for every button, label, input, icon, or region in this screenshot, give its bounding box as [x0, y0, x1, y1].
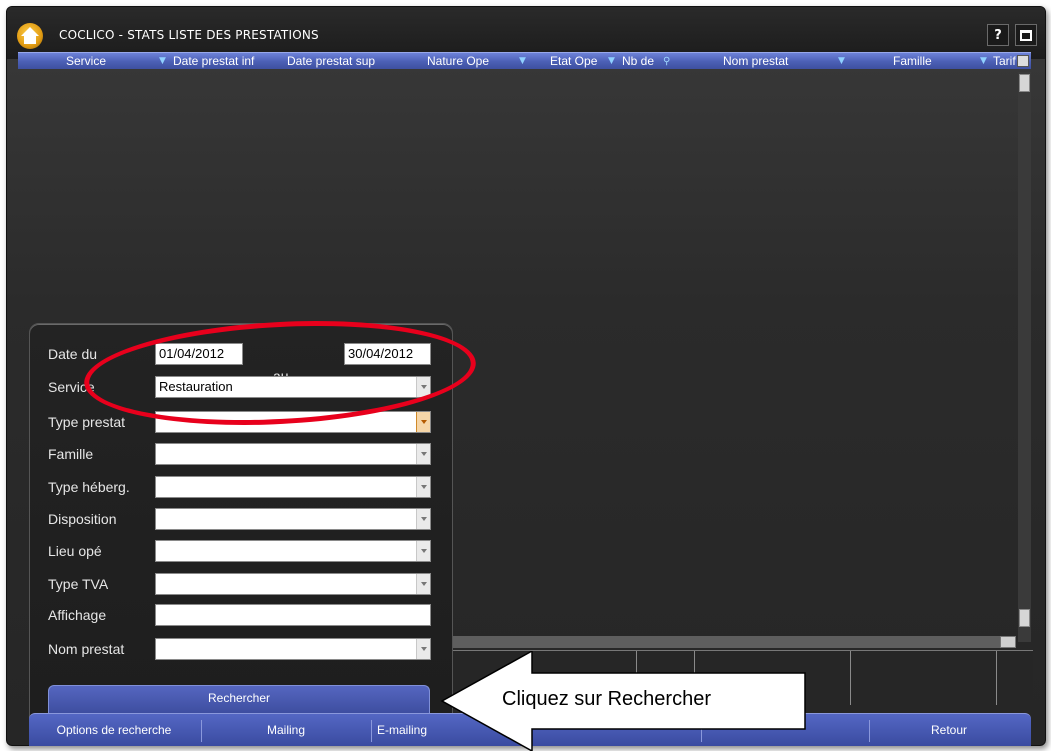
callout-arrow: Cliquez sur Rechercher: [440, 651, 810, 751]
horizontal-scrollbar[interactable]: [448, 636, 1008, 648]
type-prestat-label: Type prestat: [48, 414, 126, 430]
column-tarif[interactable]: Tarif: [993, 53, 1019, 70]
house-app-icon: [17, 23, 43, 49]
affichage-field[interactable]: [155, 604, 431, 626]
column-famille[interactable]: Famille: [893, 53, 932, 70]
options-de-recherche-button[interactable]: Options de recherche: [29, 714, 199, 747]
window-title: COCLICO - STATS LISTE DES PRESTATIONS: [59, 28, 319, 42]
callout-text: Cliquez sur Rechercher: [502, 688, 711, 710]
affichage-label: Affichage: [48, 607, 107, 623]
column-date-prestat-sup[interactable]: Date prestat sup: [287, 53, 375, 70]
disposition-label: Disposition: [48, 511, 117, 527]
famille-select[interactable]: [155, 443, 431, 465]
chevron-down-icon[interactable]: [416, 477, 430, 497]
funnel-filter-icon[interactable]: ▼: [980, 53, 987, 70]
funnel-filter-icon[interactable]: ▼: [838, 53, 845, 70]
chevron-down-icon[interactable]: [416, 639, 430, 659]
type-heberg-select[interactable]: [155, 476, 431, 498]
type-heberg-label: Type héberg.: [48, 479, 130, 495]
column-nature-ope[interactable]: Nature Ope: [427, 53, 489, 70]
chevron-down-icon[interactable]: [416, 541, 430, 561]
rechercher-button[interactable]: Rechercher: [48, 685, 430, 713]
type-tva-select[interactable]: [155, 573, 431, 595]
column-settings-icon[interactable]: [1017, 55, 1029, 67]
vertical-scrollbar[interactable]: [1018, 72, 1031, 642]
chevron-down-icon[interactable]: [416, 444, 430, 464]
grid-cell: [996, 651, 997, 705]
famille-label: Famille: [48, 446, 94, 462]
retour-button[interactable]: Retour: [871, 714, 1027, 747]
funnel-filter-icon[interactable]: ▼: [608, 53, 615, 70]
date-du-label: Date du: [48, 346, 98, 362]
funnel-filter-icon[interactable]: ▼: [519, 53, 526, 70]
nom-prestat-label: Nom prestat: [48, 641, 125, 657]
chevron-down-icon[interactable]: [416, 574, 430, 594]
column-nom-prestat[interactable]: Nom prestat: [723, 53, 788, 70]
lieu-ope-select[interactable]: [155, 540, 431, 562]
type-tva-label: Type TVA: [48, 576, 109, 592]
funnel-filter-icon[interactable]: ▼: [159, 53, 166, 70]
grid-cell: [850, 651, 851, 705]
scroll-down-button[interactable]: [1019, 609, 1030, 627]
maximize-icon: [1020, 29, 1032, 41]
nom-prestat-select[interactable]: [155, 638, 431, 660]
disposition-select[interactable]: [155, 508, 431, 530]
maximize-button[interactable]: [1015, 24, 1037, 46]
lieu-ope-label: Lieu opé: [48, 543, 102, 559]
column-service[interactable]: Service: [66, 53, 106, 70]
chevron-down-icon[interactable]: [416, 412, 430, 432]
search-icon[interactable]: ⚲: [663, 53, 670, 70]
grid-column-header: Service ▼ Date prestat inf Date prestat …: [18, 52, 1031, 69]
help-button[interactable]: ?: [987, 24, 1009, 46]
scroll-up-button[interactable]: [1019, 74, 1030, 92]
mailing-button[interactable]: Mailing: [203, 714, 369, 747]
column-date-prestat-inf[interactable]: Date prestat inf: [173, 53, 254, 70]
scroll-right-button[interactable]: [1000, 636, 1016, 648]
column-nb-de[interactable]: Nb de: [622, 53, 654, 70]
chevron-down-icon[interactable]: [416, 509, 430, 529]
column-etat-ope[interactable]: Etat Ope: [550, 53, 597, 70]
